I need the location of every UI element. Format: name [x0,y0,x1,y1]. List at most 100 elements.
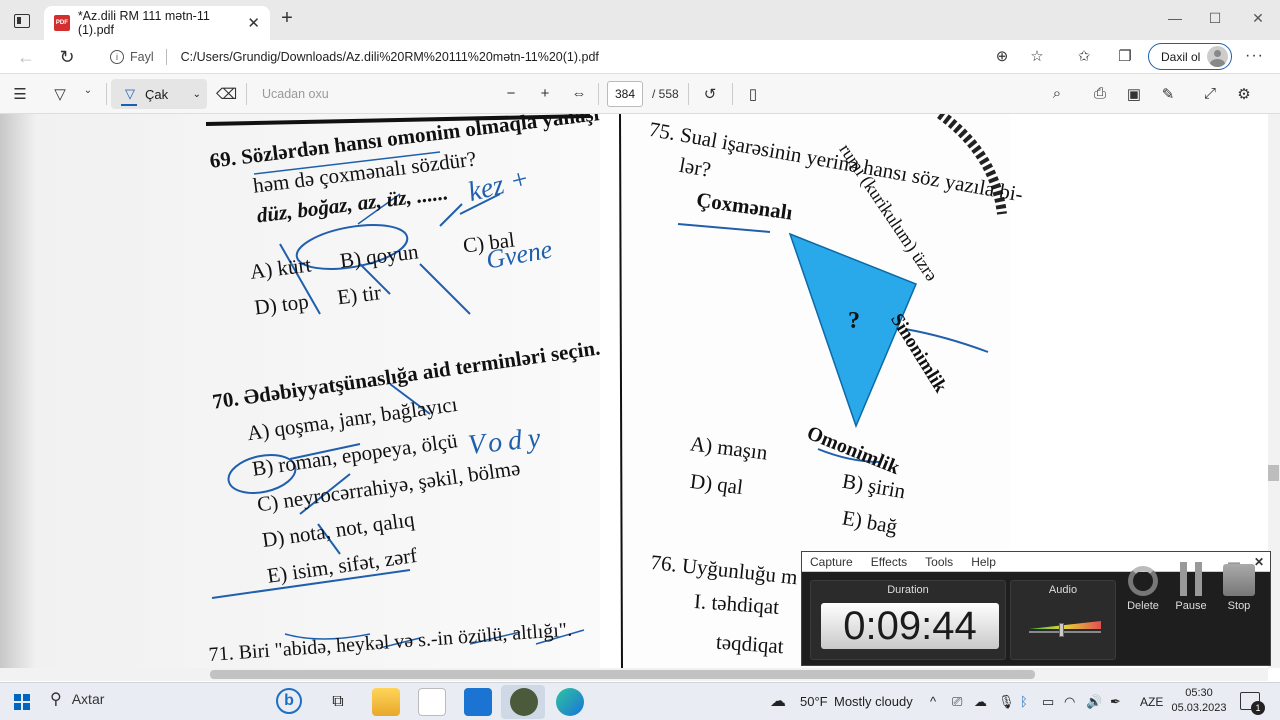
weather-icon[interactable]: ☁ [770,691,786,711]
bluetooth-icon[interactable]: ᛒ [1020,694,1028,709]
more-icon[interactable]: ··· [1245,47,1264,65]
fit-width-icon[interactable]: ⇔ [569,85,589,102]
stop-label: Stop [1227,600,1251,612]
triangle-question-mark: ? [848,308,860,334]
save-icon[interactable]: ▣ [1124,85,1144,103]
info-icon[interactable]: i [110,50,124,64]
store-icon[interactable] [418,688,446,716]
pause-label: Pause [1175,600,1207,612]
microphone-icon[interactable]: 🎙 [998,694,1015,710]
notification-count: 1 [1251,701,1265,715]
file-explorer-icon[interactable] [372,688,400,716]
browser-tab[interactable]: PDF *Az.dili RM 111 mətn-11 (1).pdf ✕ [44,6,270,40]
duration-label: Duration [887,584,929,596]
menu-capture[interactable]: Capture [810,555,853,569]
weather-temp[interactable]: 50°F [800,694,828,709]
duration-panel: Duration 0:09:44 [810,580,1006,660]
chevron-down-icon[interactable]: ⌄ [193,89,201,100]
task-view-icon[interactable]: ⧉ [324,688,352,716]
eraser-icon[interactable]: ⌫ [216,85,237,103]
tab-actions-icon[interactable] [14,14,30,28]
minimize-button[interactable]: — [1165,10,1185,26]
tab-close-icon[interactable]: ✕ [247,14,260,32]
site-info-label: Fayl [130,50,154,64]
q69-option-b: B) qoyun [338,239,420,273]
page-number-input[interactable]: 384 [607,81,643,107]
fullscreen-icon[interactable]: ⤢ [1200,85,1220,102]
q69-option-a: A) kürt [248,252,313,284]
screen-recorder: Capture Effects Tools Help — ✕ Duration … [801,551,1271,666]
edge-icon[interactable] [556,688,584,716]
vertical-scroll-thumb[interactable] [1268,465,1279,481]
contents-icon[interactable]: ☰ [10,85,30,103]
highlight-icon[interactable]: ▽ [50,85,70,103]
audio-level-meter [1029,621,1101,629]
meet-icon[interactable]: ⎚ [952,694,962,710]
pause-button[interactable]: Pause [1170,562,1212,612]
horizontal-scroll-thumb[interactable] [210,670,1035,679]
new-tab-button[interactable]: + [276,8,298,30]
title-bar: PDF *Az.dili RM 111 mətn-11 (1).pdf ✕ + … [0,0,1280,40]
close-window-button[interactable]: ✕ [1248,10,1268,27]
rotate-icon[interactable]: ↺ [700,85,720,103]
duration-timer: 0:09:44 [821,603,999,649]
clock[interactable]: 05:30 05.03.2023 [1170,686,1228,716]
delete-button[interactable]: Delete [1122,566,1164,612]
recorder-close-icon[interactable]: ✕ [1254,555,1264,569]
settings-gear-icon[interactable]: ⚙ [1234,85,1254,103]
add-favorite-icon[interactable]: ☆ [1027,47,1047,65]
recorder-app-icon[interactable] [510,688,538,716]
taskbar-search[interactable]: ⚲ Axtar [50,689,104,709]
print-icon[interactable]: ⎙ [1090,85,1110,102]
wifi-icon[interactable]: ◠ [1064,694,1075,710]
draw-button[interactable]: ▽ Çak ⌄ [111,79,207,109]
language-indicator[interactable]: AZE [1140,695,1163,709]
q69-option-d: D) top [253,289,310,320]
menu-effects[interactable]: Effects [871,555,907,569]
bing-icon[interactable]: b [276,688,302,714]
clock-time: 05:30 [1185,687,1213,699]
q69-option-e: E) tir [335,280,383,310]
pause-icon [1180,562,1202,596]
pdf-icon: PDF [54,15,70,31]
mail-icon[interactable] [464,688,492,716]
favorites-icon[interactable]: ✩ [1074,47,1094,65]
signin-label: Daxil ol [1161,49,1201,64]
zoom-out-icon[interactable]: − [501,85,521,102]
omnibox[interactable]: i Fayl C:/Users/Grundig/Downloads/Az.dil… [100,43,1060,71]
taskbar: ⚲ Axtar b ⧉ ☁ 50°F Mostly cloudy ^ ⎚ ☁ 🎙… [0,682,1280,720]
menu-help[interactable]: Help [971,555,996,569]
search-icon[interactable]: ⌕ [1047,85,1067,102]
url-text[interactable]: C:/Users/Grundig/Downloads/Az.dili%20RM%… [181,50,599,64]
refresh-icon[interactable]: ↻ [55,47,79,68]
search-label: Axtar [71,691,105,707]
chevron-up-icon[interactable]: ^ [930,694,936,709]
back-icon[interactable]: ← [14,47,38,68]
onedrive-icon[interactable]: ☁ [974,694,987,710]
audio-label: Audio [1048,584,1078,596]
zoom-in-icon[interactable]: + [535,85,555,102]
page-total: / 558 [652,87,679,101]
delete-icon [1128,566,1158,596]
pen-icon: ▽ [125,86,135,101]
audio-volume-slider[interactable] [1059,623,1065,637]
save-as-icon[interactable]: ✎ [1158,85,1178,103]
stop-button[interactable]: Stop [1218,564,1260,612]
battery-icon[interactable]: ▭ [1042,694,1054,710]
avatar [1207,46,1228,67]
volume-icon[interactable]: 🔊 [1086,694,1102,710]
q76-item-ii: təqdiqat [715,629,785,659]
maximize-button[interactable]: ☐ [1205,10,1225,27]
weather-text[interactable]: Mostly cloudy [834,694,913,709]
zoom-icon[interactable]: ⊕ [992,47,1012,65]
collections-icon[interactable]: ❐ [1115,47,1135,65]
pen-workspace-icon[interactable]: ✒ [1110,694,1121,710]
menu-tools[interactable]: Tools [925,555,953,569]
search-icon: ⚲ [50,691,62,708]
windows-start-icon[interactable] [14,694,30,710]
read-aloud-button[interactable]: Ucadan oxu [262,87,329,101]
notifications-icon[interactable]: 1 [1240,692,1265,715]
signin-button[interactable]: Daxil ol [1148,43,1232,70]
page-view-icon[interactable]: ▯ [743,85,763,103]
chevron-down-icon[interactable]: ⌄ [78,85,98,96]
